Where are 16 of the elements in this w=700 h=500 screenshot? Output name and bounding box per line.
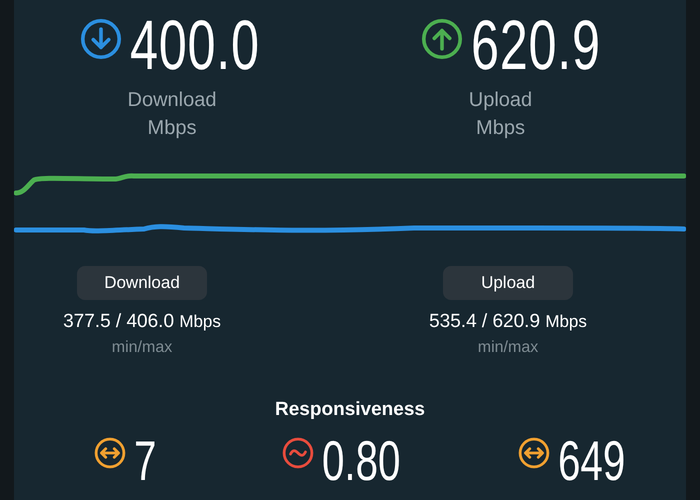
speed-value: 400.0 (130, 10, 260, 80)
speed-label: Download (128, 88, 216, 113)
caption-label: min/max (478, 338, 538, 358)
section-title: Responsiveness (274, 398, 426, 422)
range-value: 535.4 / 620.9 Mbps (429, 310, 587, 334)
unit-label: Mbps (476, 116, 525, 141)
metric-value: 7 (134, 432, 156, 488)
speed-value: 620.9 (470, 10, 600, 80)
unit-label: Mbps (148, 116, 196, 141)
tab-button[interactable]: Upload (443, 266, 573, 300)
speed-label: Upload (468, 88, 532, 113)
metric-value: 649 (558, 432, 626, 488)
range-value: 377.5 / 406.0 Mbps (63, 310, 221, 334)
tab-button[interactable]: Download (77, 266, 207, 300)
metric-value: 0.80 (322, 432, 400, 488)
caption-label: min/max (112, 338, 172, 358)
